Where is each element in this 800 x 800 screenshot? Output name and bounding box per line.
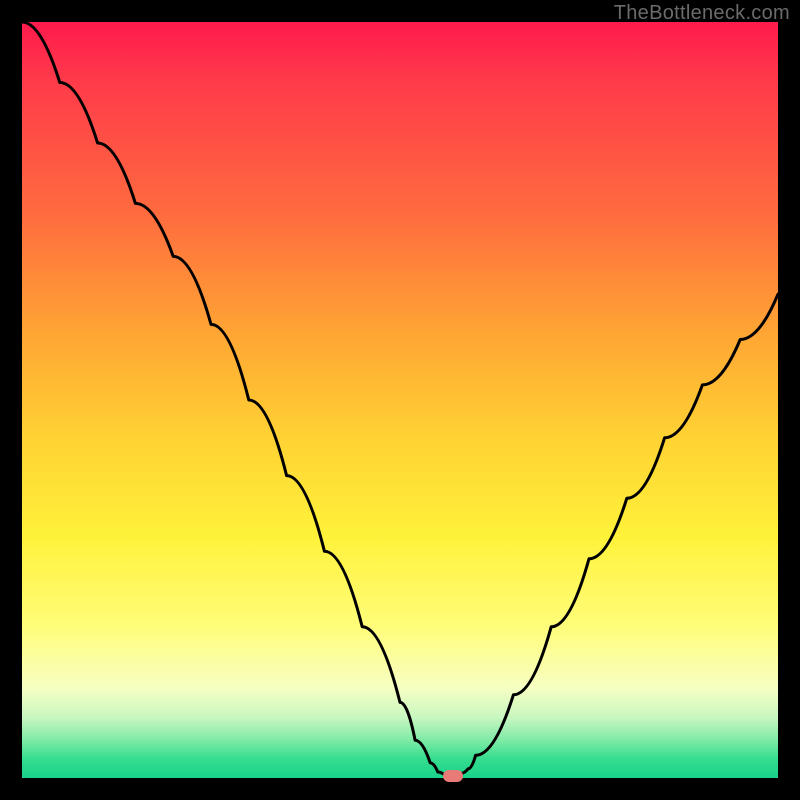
bottleneck-curve: [22, 22, 778, 776]
optimal-marker: [443, 770, 463, 782]
plot-area: [22, 22, 778, 778]
curve-svg: [22, 22, 778, 778]
chart-frame: TheBottleneck.com: [0, 0, 800, 800]
